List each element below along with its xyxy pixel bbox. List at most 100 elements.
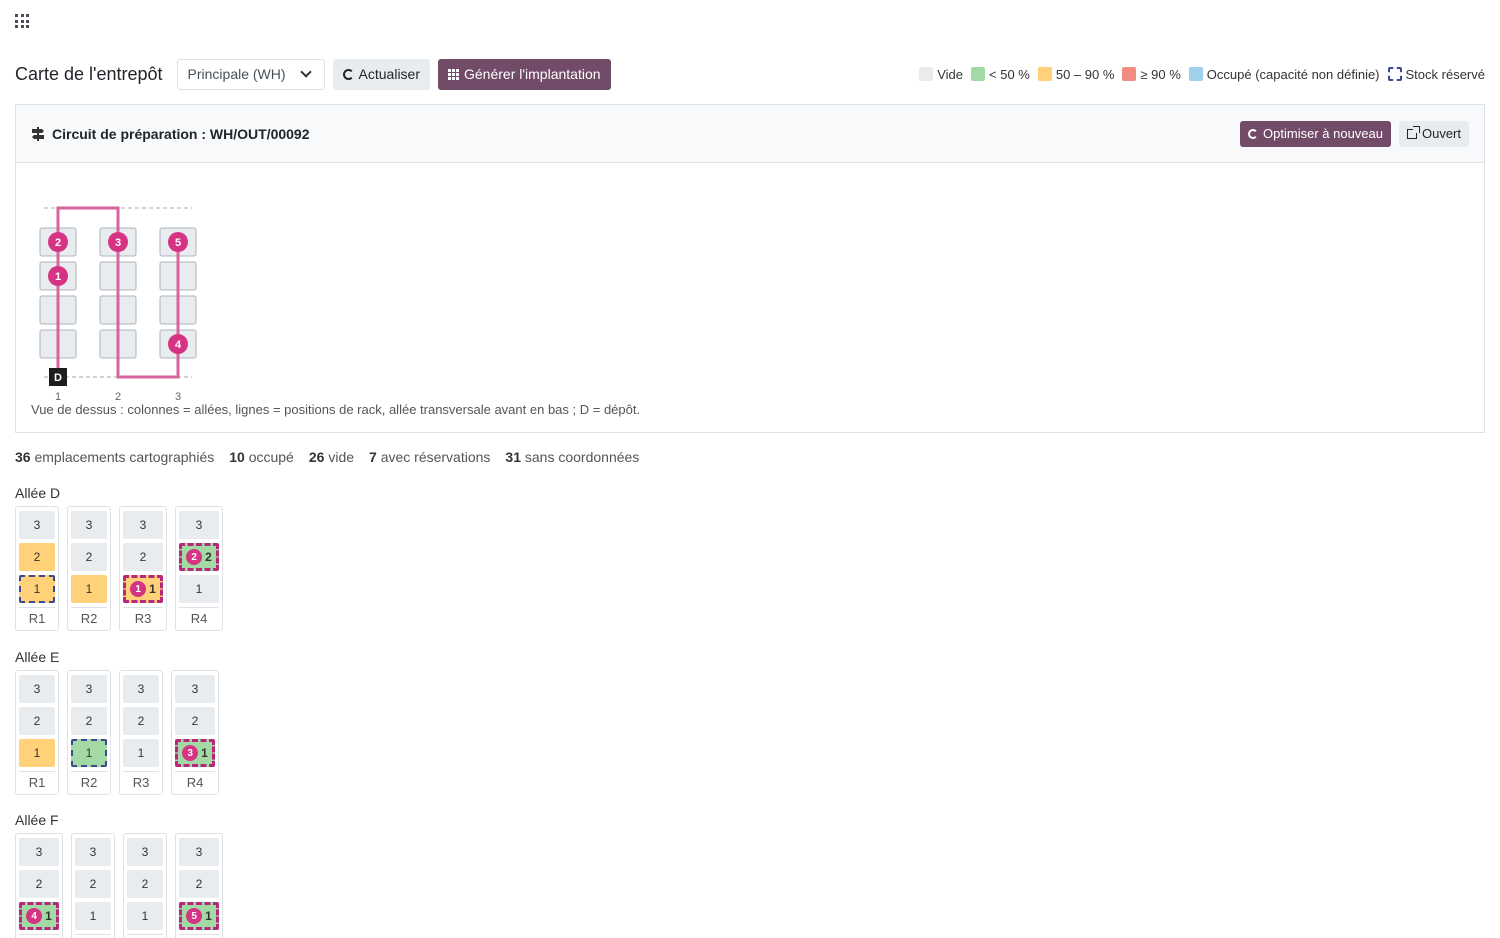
legend-label: ≥ 90 % xyxy=(1140,66,1181,82)
location-cell[interactable]: 2 xyxy=(71,707,107,735)
location-cell-label: 2 xyxy=(137,714,145,728)
location-cell[interactable]: 41 xyxy=(19,902,59,930)
location-cell[interactable]: 1 xyxy=(71,739,107,767)
location-cell-label: 3 xyxy=(137,682,145,696)
page-title: Carte de l'entrepôt xyxy=(15,63,163,84)
open-button[interactable]: Ouvert xyxy=(1398,120,1469,147)
location-cell[interactable]: 1 xyxy=(71,575,107,603)
location-cell[interactable]: 1 xyxy=(19,739,55,767)
rack: 3 2 41 R1 xyxy=(15,833,63,938)
location-cell[interactable]: 2 xyxy=(179,870,219,898)
pick-order-badge: 1 xyxy=(130,581,147,597)
location-cell-label: 2 xyxy=(89,877,97,891)
aisle-title: Allée F xyxy=(15,812,59,828)
location-cell[interactable]: 2 xyxy=(19,870,59,898)
location-cell[interactable]: 2 xyxy=(75,870,111,898)
location-cell[interactable]: 2 xyxy=(123,707,159,735)
location-cell-label: 3 xyxy=(85,518,93,532)
location-cell-label: 3 xyxy=(139,518,147,532)
location-cell[interactable]: 1 xyxy=(19,575,55,603)
legend-label: Vide xyxy=(937,66,964,82)
location-cell[interactable]: 1 xyxy=(179,575,219,603)
rack-name: R3 xyxy=(123,771,159,794)
location-cell[interactable]: 3 xyxy=(123,675,159,703)
location-cell-label: 2 xyxy=(33,550,41,564)
generate-layout-button[interactable]: Générer l'implantation xyxy=(438,58,611,90)
rack-name: R4 xyxy=(179,607,219,630)
location-cell[interactable]: 3 xyxy=(19,511,55,539)
location-cell[interactable]: 3 xyxy=(179,511,219,539)
location-cell[interactable]: 3 xyxy=(127,838,163,866)
location-cell[interactable]: 1 xyxy=(123,739,159,767)
warehouse-select[interactable]: Principale (WH) xyxy=(176,58,325,90)
refresh-button[interactable]: Actualiser xyxy=(332,58,430,90)
location-cell[interactable]: 3 xyxy=(71,511,107,539)
location-cell-label: 3 xyxy=(141,845,149,859)
location-cell[interactable]: 2 xyxy=(123,543,163,571)
route-card: Circuit de préparation : WH/OUT/00092 Op… xyxy=(15,104,1485,433)
location-cell-label: 1 xyxy=(201,746,208,760)
location-cell-label: 1 xyxy=(45,909,52,923)
location-cell-label: 3 xyxy=(35,845,43,859)
legend-label: 50 – 90 % xyxy=(1055,66,1115,82)
location-cell[interactable]: 3 xyxy=(19,675,55,703)
location-cell[interactable]: 2 xyxy=(127,870,163,898)
location-cell[interactable]: 1 xyxy=(127,902,163,930)
location-cell-label: 2 xyxy=(139,550,147,564)
location-cell-label: 3 xyxy=(33,518,41,532)
route-diagram: 12 345D1 2 3 xyxy=(39,206,197,403)
location-cell-label: 3 xyxy=(195,518,203,532)
rack: 3 2 1 R1 xyxy=(15,670,59,795)
location-cell[interactable]: 3 xyxy=(75,838,111,866)
rack-name: R4 xyxy=(175,771,215,794)
legend-item: Stock réservé xyxy=(1387,66,1485,82)
legend-swatch xyxy=(1037,67,1052,81)
route-actions: Optimiser à nouveau Ouvert xyxy=(1240,120,1469,147)
location-cell[interactable]: 31 xyxy=(175,739,215,767)
location-cell-label: 1 xyxy=(205,909,212,923)
location-cell[interactable]: 22 xyxy=(179,543,219,571)
location-cell-label: 1 xyxy=(85,582,93,596)
legend-item: < 50 % xyxy=(971,67,1030,82)
location-cell[interactable]: 2 xyxy=(71,543,107,571)
location-cell-label: 2 xyxy=(85,714,93,728)
legend-swatch xyxy=(1122,67,1137,81)
location-cell-label: 1 xyxy=(33,746,41,760)
location-cell-label: 3 xyxy=(195,845,203,859)
location-cell[interactable]: 3 xyxy=(123,511,163,539)
rack-name: R1 xyxy=(19,934,59,938)
location-cell[interactable]: 1 xyxy=(75,902,111,930)
location-cell[interactable]: 2 xyxy=(175,707,215,735)
chevron-down-icon xyxy=(299,66,312,78)
stat-mapped: 36 emplacements cartographiés xyxy=(15,449,215,465)
location-cell[interactable]: 2 xyxy=(19,543,55,571)
legend-label: Stock réservé xyxy=(1405,66,1485,82)
apps-menu-icon[interactable] xyxy=(15,14,29,28)
location-cell[interactable]: 3 xyxy=(19,838,59,866)
location-cell[interactable]: 11 xyxy=(123,575,163,603)
legend-swatch xyxy=(1387,67,1402,81)
rack: 3 2 3 1 R4 xyxy=(171,670,219,795)
stat-occupied: 10 occupé xyxy=(229,449,294,465)
rack-name: R3 xyxy=(123,607,163,630)
open-label: Ouvert xyxy=(1421,126,1461,141)
location-cell-label: 1 xyxy=(149,582,156,596)
location-cell-label: 3 xyxy=(85,682,93,696)
rack: 3 2 1 1 R3 xyxy=(119,506,167,631)
location-cell[interactable]: 3 xyxy=(175,675,215,703)
rack: 3 2 1 R3 xyxy=(123,833,167,938)
legend-item: 50 – 90 % xyxy=(1037,66,1115,82)
pick-order-badge: 3 xyxy=(182,745,199,761)
reoptimize-button[interactable]: Optimiser à nouveau xyxy=(1240,120,1391,147)
location-cell[interactable]: 3 xyxy=(71,675,107,703)
aisle-racks: 3 2 1 R1 3 2 1 R2 3 2 1 1 R3 3 2 2 1 R4 xyxy=(15,506,223,631)
signpost-icon xyxy=(32,126,44,141)
aisle-title: Allée E xyxy=(15,649,60,665)
location-cell-label: 1 xyxy=(33,582,41,596)
location-cell-label: 2 xyxy=(85,550,93,564)
location-cell[interactable]: 51 xyxy=(179,902,219,930)
rack: 3 2 1 R2 xyxy=(71,833,115,938)
location-cell[interactable]: 3 xyxy=(179,838,219,866)
location-cell-label: 2 xyxy=(33,714,41,728)
location-cell[interactable]: 2 xyxy=(19,707,55,735)
